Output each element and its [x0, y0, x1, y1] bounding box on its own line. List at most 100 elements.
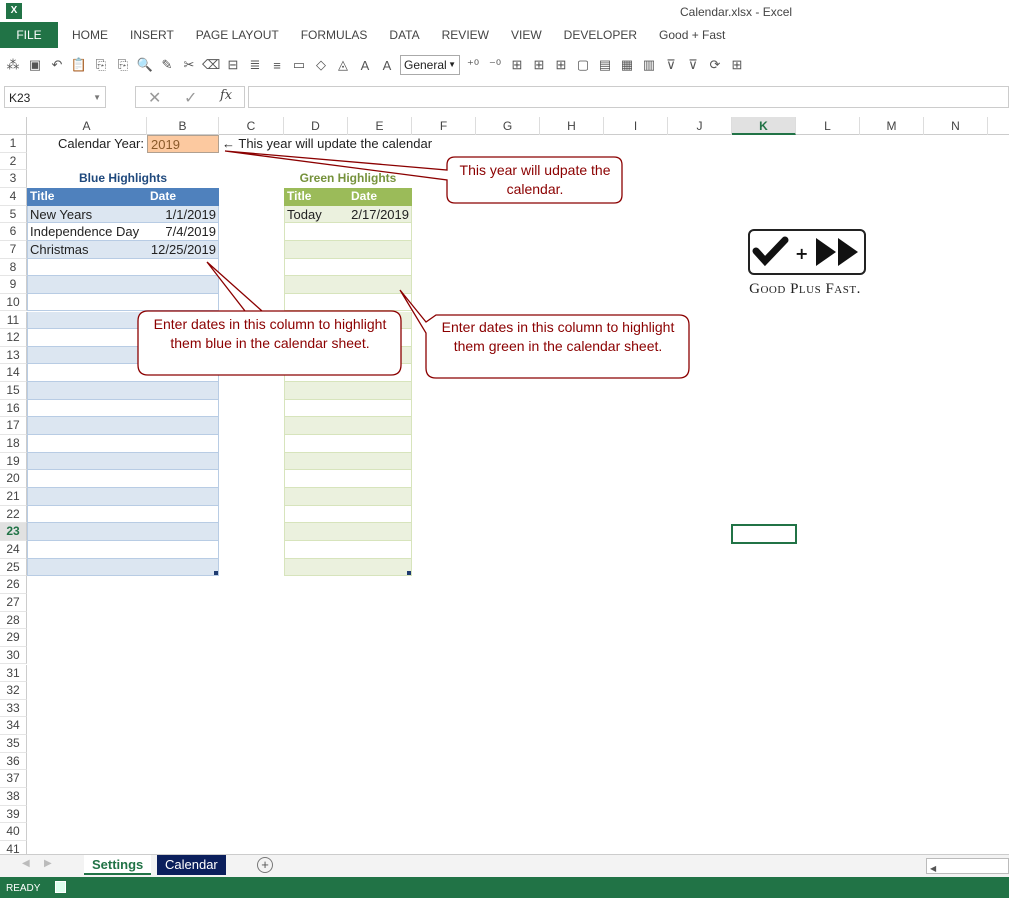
reapply-icon[interactable]: ⟳ — [706, 57, 724, 73]
eraser-icon[interactable]: ⌫ — [202, 57, 220, 73]
blue-table-cell-date[interactable]: 12/25/2019 — [147, 241, 219, 259]
blue-table-cell-title[interactable]: Christmas — [27, 241, 147, 259]
name-box[interactable]: K23 ▼ — [4, 86, 106, 108]
blue-table-resize-handle[interactable] — [214, 571, 218, 576]
column-header-C[interactable]: C — [219, 117, 284, 135]
undo-icon[interactable]: ↶ — [48, 57, 66, 73]
ribbon-tab-formulas[interactable]: FORMULAS — [290, 22, 379, 48]
sort-icon[interactable]: ▥ — [640, 57, 658, 73]
macro-record-icon[interactable] — [55, 881, 66, 893]
green-table-cell-title[interactable]: Today — [284, 206, 348, 224]
format-painter-icon[interactable]: ✎ — [158, 57, 176, 73]
row-header-32[interactable]: 32 — [0, 682, 27, 700]
save-icon[interactable]: ▣ — [26, 57, 44, 73]
wrap-text-icon[interactable]: ≣ — [246, 57, 264, 73]
row-header-31[interactable]: 31 — [0, 664, 27, 683]
column-header-I[interactable]: I — [604, 117, 668, 135]
row-header-23[interactable]: 23 — [0, 523, 27, 541]
increase-decimal-icon[interactable]: ⁺⁰ — [464, 57, 482, 73]
ribbon-tab-data[interactable]: DATA — [378, 22, 430, 48]
number-format-select[interactable]: General ▼ — [400, 55, 460, 75]
row-header-8[interactable]: 8 — [0, 258, 27, 277]
select-all-corner[interactable] — [0, 117, 27, 135]
row-header-28[interactable]: 28 — [0, 611, 27, 630]
column-header-J[interactable]: J — [668, 117, 732, 135]
borders-icon[interactable]: ⊞ — [508, 57, 526, 73]
check-icon[interactable]: ✓ — [184, 88, 197, 108]
column-header-L[interactable]: L — [796, 117, 860, 135]
ribbon-tab-good-fast[interactable]: Good + Fast — [648, 22, 736, 48]
clear-filter-icon[interactable]: ⊽ — [684, 57, 702, 73]
ribbon-tab-home[interactable]: HOME — [61, 22, 119, 48]
row-header-27[interactable]: 27 — [0, 593, 27, 612]
row-header-36[interactable]: 36 — [0, 752, 27, 771]
selected-cell-k23[interactable] — [731, 524, 797, 544]
row-header-16[interactable]: 16 — [0, 399, 27, 418]
row-header-11[interactable]: 11 — [0, 311, 27, 330]
column-header-E[interactable]: E — [348, 117, 412, 135]
row-header-2[interactable]: 2 — [0, 152, 27, 171]
row-header-5[interactable]: 5 — [0, 205, 27, 224]
green-table-cell-date[interactable]: 2/17/2019 — [348, 206, 412, 224]
calendar-year-input[interactable]: 2019 — [147, 135, 219, 153]
row-header-4[interactable]: 4 — [0, 187, 27, 206]
ribbon-tab-page-layout[interactable]: PAGE LAYOUT — [185, 22, 290, 48]
inner-borders-icon[interactable]: ⊞ — [552, 57, 570, 73]
column-header-K[interactable]: K — [732, 117, 796, 135]
column-header-F[interactable]: F — [412, 117, 476, 135]
blue-table-cell-date[interactable]: 1/1/2019 — [147, 206, 219, 224]
org-chart-icon[interactable]: ⁂ — [4, 57, 22, 73]
blue-table-cell-title[interactable]: New Years — [27, 206, 147, 224]
textbox-icon[interactable]: ▭ — [290, 57, 308, 73]
cancel-icon[interactable]: ✕ — [148, 88, 161, 108]
column-header-G[interactable]: G — [476, 117, 540, 135]
horizontal-scrollbar[interactable]: ◀ — [926, 858, 1009, 874]
row-header-20[interactable]: 20 — [0, 470, 27, 488]
copy-icon[interactable]: ⎘ — [92, 57, 110, 73]
column-header-A[interactable]: A — [27, 117, 147, 135]
filter-icon[interactable]: ⊽ — [662, 57, 680, 73]
ribbon-tab-review[interactable]: REVIEW — [431, 22, 500, 48]
row-header-6[interactable]: 6 — [0, 223, 27, 241]
ribbon-tab-file[interactable]: FILE — [0, 22, 58, 48]
paste-icon[interactable]: 📋 — [70, 57, 88, 73]
table-icon[interactable]: ▦ — [618, 57, 636, 73]
tab-settings[interactable]: Settings — [84, 855, 152, 875]
function-icon[interactable]: fx — [220, 88, 232, 103]
scroll-right-icon[interactable]: ▶ — [44, 858, 52, 869]
tab-calendar[interactable]: Calendar — [157, 855, 226, 875]
row-header-33[interactable]: 33 — [0, 699, 27, 718]
merge-icon[interactable]: ⊟ — [224, 57, 242, 73]
column-header-H[interactable]: H — [540, 117, 604, 135]
ribbon-tab-developer[interactable]: DEVELOPER — [553, 22, 648, 48]
row-header-21[interactable]: 21 — [0, 488, 27, 506]
outer-borders-icon[interactable]: ▢ — [574, 57, 592, 73]
row-header-38[interactable]: 38 — [0, 788, 27, 806]
text-style-icon[interactable]: A — [378, 58, 396, 73]
row-header-26[interactable]: 26 — [0, 576, 27, 594]
all-borders-icon[interactable]: ⊞ — [530, 57, 548, 73]
row-header-30[interactable]: 30 — [0, 646, 27, 665]
row-header-3[interactable]: 3 — [0, 170, 27, 188]
row-header-7[interactable]: 7 — [0, 240, 27, 259]
row-header-24[interactable]: 24 — [0, 540, 27, 559]
row-header-35[interactable]: 35 — [0, 735, 27, 753]
row-header-12[interactable]: 12 — [0, 329, 27, 347]
row-header-13[interactable]: 13 — [0, 346, 27, 365]
row-header-25[interactable]: 25 — [0, 558, 27, 577]
formula-input[interactable] — [248, 86, 1009, 108]
row-header-17[interactable]: 17 — [0, 417, 27, 436]
row-header-40[interactable]: 40 — [0, 823, 27, 841]
row-header-34[interactable]: 34 — [0, 717, 27, 736]
print-preview-icon[interactable]: 🔍 — [136, 57, 154, 73]
column-header-B[interactable]: B — [147, 117, 219, 135]
insert-cells-icon[interactable]: ⊞ — [728, 57, 746, 73]
clear-format-icon[interactable]: ✂ — [180, 57, 198, 73]
ribbon-tab-view[interactable]: VIEW — [500, 22, 553, 48]
green-table-resize-handle[interactable] — [407, 571, 411, 576]
row-header-37[interactable]: 37 — [0, 770, 27, 789]
decrease-decimal-icon[interactable]: ⁻⁰ — [486, 57, 504, 73]
copy-format-icon[interactable]: ⎘ — [114, 57, 132, 73]
row-header-29[interactable]: 29 — [0, 629, 27, 647]
row-header-9[interactable]: 9 — [0, 276, 27, 294]
